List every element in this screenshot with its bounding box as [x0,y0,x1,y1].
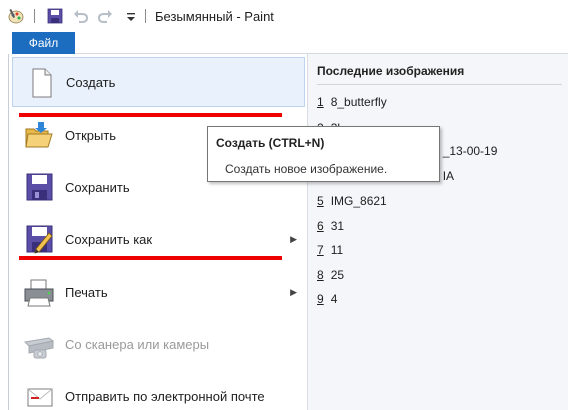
recent-item-name: 8_butterfly [330,95,387,109]
recent-item[interactable]: 1 8_butterfly [317,95,387,109]
recent-item-number: 6 [317,219,324,233]
recent-images-pane: Последние изображения 18_butterfly 23l 3… [307,54,568,410]
tooltip-body: Создать новое изображение. [225,162,388,176]
divider [317,84,562,85]
submenu-arrow-icon: ▶ [290,286,297,297]
recent-item-number: 9 [317,292,324,306]
recent-item-number: 8 [317,268,324,282]
recent-item-number: 5 [317,194,324,208]
menu-item-send-email[interactable]: Отправить по электронной почте [12,371,305,410]
menu-item-label: Создать [66,74,116,90]
printer-icon [24,279,54,307]
menu-item-label: Сохранить как [65,231,153,247]
recent-item[interactable]: 7 11 [317,243,343,257]
tooltip: Создать (CTRL+N) Создать новое изображен… [207,126,440,182]
save-icon[interactable] [47,8,63,24]
save-as-icon [26,225,53,254]
recent-item[interactable]: 94 [317,292,337,306]
customize-dropdown-icon[interactable] [123,8,139,24]
paint-app-icon[interactable] [8,8,24,24]
annotation-underline [19,113,282,117]
title-bar: Безымянный - Paint [0,0,568,32]
save-icon [26,173,53,201]
submenu-arrow-icon: ▶ [290,233,297,244]
recent-images-title: Последние изображения [317,64,465,78]
menu-item-print[interactable]: Печать ▶ [12,267,305,317]
menu-item-scanner-camera[interactable]: Со сканера или камеры [12,319,305,369]
menu-item-new[interactable]: Создать [12,57,305,107]
recent-item-name: IA [442,169,455,183]
window-title: Безымянный - Paint [155,9,274,24]
recent-item[interactable]: 6 31 [317,219,344,233]
tooltip-title: Создать (CTRL+N) [216,136,325,150]
file-menu: Создать Открыть Сохранить Сохранить как … [8,54,568,410]
recent-item-name: 4 [330,292,338,306]
recent-item[interactable]: 5 IMG_8621 [317,194,387,208]
menu-item-label: Со сканера или камеры [65,336,210,352]
recent-item-name: _13-00-19 [442,144,498,158]
recent-item-name: 25 [330,268,345,282]
recent-item-name: IMG_8621 [330,194,387,208]
redo-icon[interactable] [97,8,113,24]
toolbar-separator [34,9,35,23]
recent-item-number: 7 [317,243,324,257]
menu-item-label: Отправить по электронной почте [65,388,265,404]
recent-item[interactable]: 8 25 [317,268,344,282]
menu-item-label: Сохранить [65,179,130,195]
undo-icon[interactable] [73,8,89,24]
recent-item-name: 31 [330,219,345,233]
new-document-icon [32,68,52,98]
recent-item-number: 1 [317,95,324,109]
recent-item-name: 11 [330,243,344,257]
toolbar-separator [145,9,146,23]
annotation-underline [19,256,282,260]
open-folder-icon [25,122,53,148]
file-tab[interactable]: Файл [12,32,75,54]
file-menu-commands: Создать Открыть Сохранить Сохранить как … [9,54,307,410]
scanner-icon [23,337,55,359]
email-icon [27,388,53,407]
menu-item-label: Печать [65,284,108,300]
menu-item-label: Открыть [65,127,117,143]
